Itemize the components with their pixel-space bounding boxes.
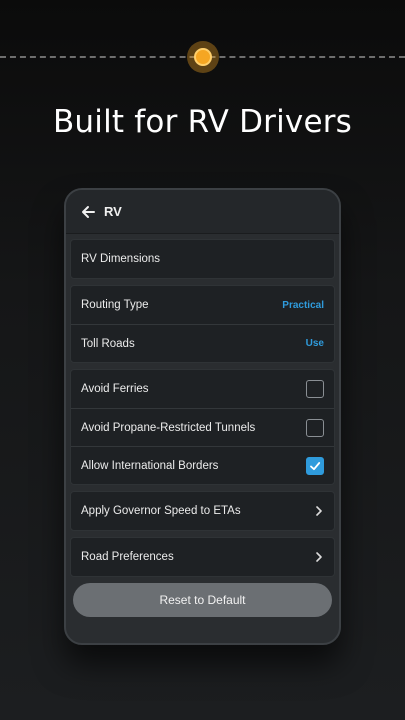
allow-borders-label: Allow International Borders (81, 459, 219, 472)
chevron-right-icon (316, 552, 322, 562)
app-bar: RV (66, 190, 339, 234)
toll-roads-item[interactable]: Toll Roads Use (71, 324, 334, 362)
avoid-tunnels-checkbox[interactable] (306, 418, 324, 437)
allow-borders-item[interactable]: Allow International Borders (71, 446, 334, 484)
avoid-tunnels-label: Avoid Propane-Restricted Tunnels (81, 421, 256, 434)
location-marker-icon (187, 41, 219, 73)
avoid-card: Avoid Ferries Avoid Propane-Restricted T… (70, 369, 335, 485)
governor-speed-label: Apply Governor Speed to ETAs (81, 505, 241, 517)
avoid-tunnels-item[interactable]: Avoid Propane-Restricted Tunnels (71, 408, 334, 446)
routing-card: Routing Type Practical Toll Roads Use (70, 285, 335, 363)
rv-dimensions-label: RV Dimensions (81, 253, 161, 265)
allow-borders-checkbox[interactable] (306, 456, 324, 475)
governor-card: Apply Governor Speed to ETAs (70, 491, 335, 531)
checkmark-icon (310, 461, 321, 470)
reset-to-default-button[interactable]: Reset to Default (73, 583, 332, 617)
routing-type-label: Routing Type (81, 299, 149, 311)
page-title: RV (104, 204, 122, 219)
routing-type-value: Practical (282, 299, 324, 311)
toll-roads-value: Use (305, 338, 324, 349)
settings-list: RV Dimensions Routing Type Practical Tol… (66, 234, 339, 617)
arrow-left-icon[interactable] (80, 204, 96, 220)
avoid-ferries-label: Avoid Ferries (81, 383, 149, 395)
headline: Built for RV Drivers (52, 104, 353, 140)
toll-roads-label: Toll Roads (81, 337, 135, 350)
road-preferences-label: Road Preferences (81, 551, 174, 563)
road-preferences-item[interactable]: Road Preferences (71, 538, 334, 576)
dimensions-card: RV Dimensions (70, 239, 335, 279)
avoid-ferries-checkbox[interactable] (306, 380, 324, 398)
governor-speed-item[interactable]: Apply Governor Speed to ETAs (71, 492, 334, 530)
rv-dimensions-item[interactable]: RV Dimensions (71, 240, 334, 278)
routing-type-item[interactable]: Routing Type Practical (71, 286, 334, 324)
road-preferences-card: Road Preferences (70, 537, 335, 577)
phone-mockup: RV RV Dimensions Routing Type Practical … (64, 188, 341, 645)
avoid-ferries-item[interactable]: Avoid Ferries (71, 370, 334, 408)
chevron-right-icon (316, 506, 322, 516)
